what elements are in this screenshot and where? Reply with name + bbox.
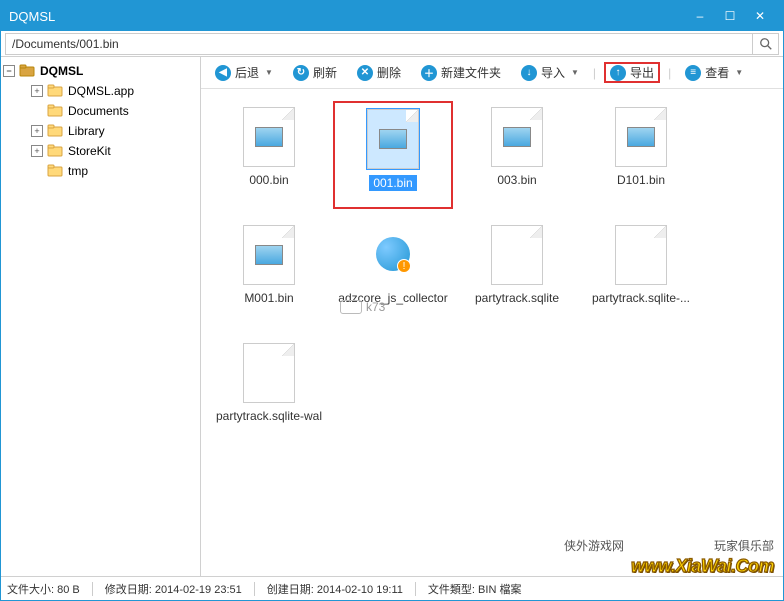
close-button[interactable]: ✕ [745,6,775,26]
file-item[interactable]: partytrack.sqlite [457,219,577,327]
image-icon [255,245,283,265]
tree-item-library[interactable]: + Library [31,121,198,141]
file-label: adzcore_js_collector [338,291,447,305]
file-thumb: ! [367,225,419,285]
folder-icon [47,104,63,118]
refresh-icon: ↻ [293,65,309,81]
sidebar: − DQMSL + DQMSL.app Documents + Library + Stor… [1,57,201,576]
expand-icon[interactable]: + [31,85,43,97]
expand-icon[interactable]: + [31,145,43,157]
import-button[interactable]: ↓导入▼ [515,62,585,83]
refresh-button[interactable]: ↻刷新 [287,62,343,83]
spacer [31,165,43,177]
size-label: 文件大小: [7,584,54,596]
tree-root[interactable]: − DQMSL [3,61,198,81]
spacer [31,105,43,117]
file-label: 003.bin [497,173,536,187]
app-icon: ! [373,235,413,275]
file-thumb [615,107,667,167]
import-icon: ↓ [521,65,537,81]
file-thumb [615,225,667,285]
type-label: 文件類型: [428,584,475,596]
export-icon: ↑ [610,65,626,81]
image-icon [255,127,283,147]
export-button[interactable]: ↑导出 [604,62,660,83]
file-label: partytrack.sqlite [475,291,559,305]
chevron-down-icon: ▼ [571,68,579,77]
image-icon [627,127,655,147]
path-input[interactable] [5,33,753,55]
titlebar: DQMSL – ☐ ✕ [1,1,783,31]
file-item[interactable]: 001.bin [333,101,453,209]
file-label: 000.bin [249,173,288,187]
search-button[interactable] [753,33,779,55]
tree-item-storekit[interactable]: + StoreKit [31,141,198,161]
delete-button[interactable]: ✕删除 [351,62,407,83]
folder-icon [47,144,63,158]
image-icon [503,127,531,147]
maximize-button[interactable]: ☐ [715,6,745,26]
path-bar [1,31,783,57]
file-label: partytrack.sqlite-wal [216,409,322,423]
chevron-down-icon: ▼ [735,68,743,77]
folder-icon [47,124,63,138]
file-thumb [367,109,419,169]
file-item[interactable]: D101.bin [581,101,701,209]
file-item[interactable]: ! adzcore_js_collector [333,219,453,327]
size-value: 80 B [57,584,80,596]
tree-item-label: Library [68,124,105,138]
minimize-button[interactable]: – [685,6,715,26]
file-thumb [491,225,543,285]
collapse-icon[interactable]: − [3,65,15,77]
expand-icon[interactable]: + [31,125,43,137]
create-value: 2014-02-10 19:11 [317,584,403,596]
tree-item-label: tmp [68,164,88,178]
toolbar: ◀后退▼ ↻刷新 ✕删除 ＋新建文件夹 ↓导入▼ | ↑导出 | ≡查看▼ [201,57,783,89]
file-label: M001.bin [244,291,293,305]
folder-icon [47,84,63,98]
create-label: 创建日期: [267,584,314,596]
file-item[interactable]: partytrack.sqlite-... [581,219,701,327]
back-icon: ◀ [215,65,231,81]
folder-icon [47,164,63,178]
file-thumb [491,107,543,167]
disk-icon [19,64,35,78]
newfolder-icon: ＋ [421,65,437,81]
statusbar: 文件大小: 80 B 修改日期: 2014-02-19 23:51 创建日期: … [1,576,783,600]
file-item[interactable]: 000.bin [209,101,329,209]
view-icon: ≡ [685,65,701,81]
delete-icon: ✕ [357,65,373,81]
file-thumb [243,225,295,285]
file-thumb [243,107,295,167]
tree-item-label: DQMSL.app [68,84,134,98]
file-thumb [243,343,295,403]
tree-root-label: DQMSL [40,64,83,78]
chevron-down-icon: ▼ [265,68,273,77]
search-icon [759,37,773,51]
file-item[interactable]: M001.bin [209,219,329,327]
file-label: partytrack.sqlite-... [592,291,690,305]
type-value: BIN 檔案 [478,584,521,596]
modify-value: 2014-02-19 23:51 [155,584,242,596]
tree-item-dqmsl-app[interactable]: + DQMSL.app [31,81,198,101]
view-button[interactable]: ≡查看▼ [679,62,749,83]
tree-item-label: Documents [68,104,129,118]
back-button[interactable]: ◀后退▼ [209,62,279,83]
file-label: D101.bin [617,173,665,187]
file-label: 001.bin [369,175,416,191]
tree-item-label: StoreKit [68,144,111,158]
file-item[interactable]: 003.bin [457,101,577,209]
tree-item-documents[interactable]: Documents [31,101,198,121]
file-grid: 000.bin 001.bin 003.bin D101.bin M001.bin! ad… [201,89,783,576]
image-icon [379,129,407,149]
tree-item-tmp[interactable]: tmp [31,161,198,181]
file-item[interactable]: partytrack.sqlite-wal [209,337,329,445]
newfolder-button[interactable]: ＋新建文件夹 [415,62,507,83]
window-title: DQMSL [9,9,685,24]
modify-label: 修改日期: [105,584,152,596]
